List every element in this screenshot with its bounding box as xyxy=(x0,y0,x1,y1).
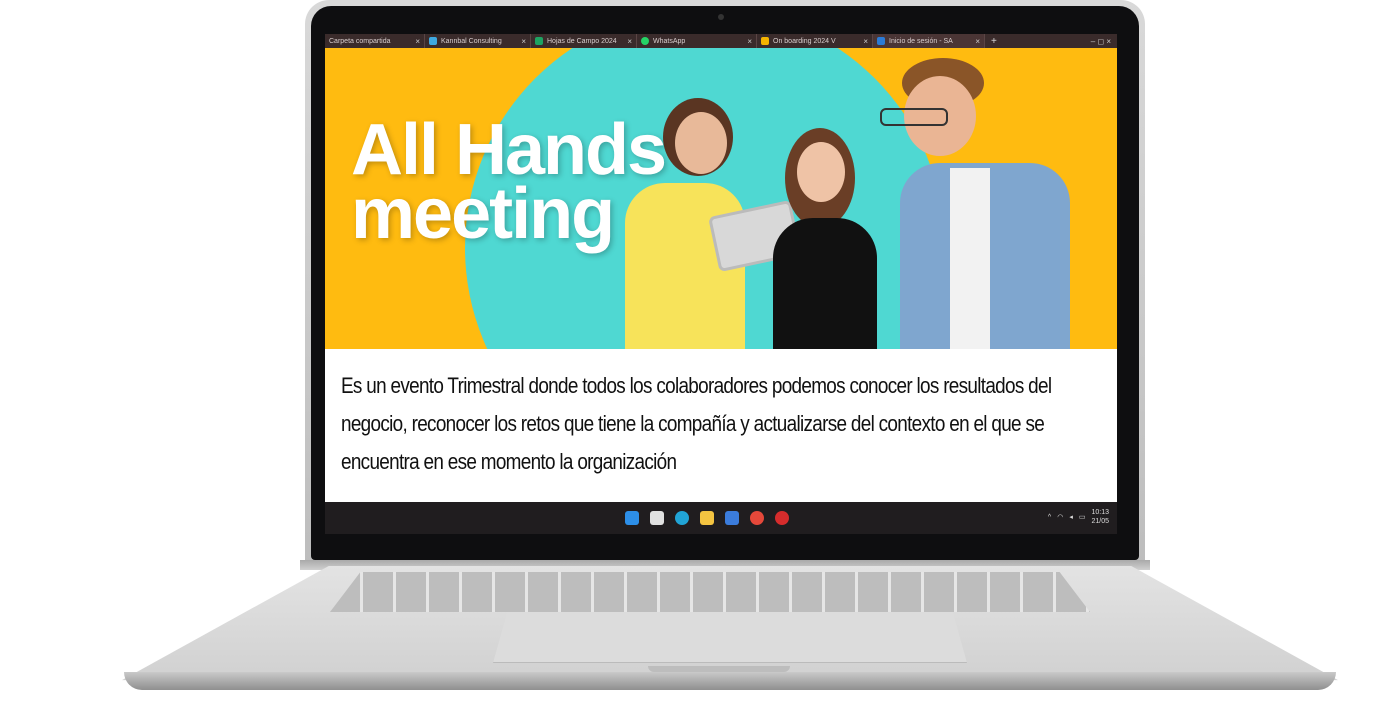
apps-icon[interactable] xyxy=(650,511,664,525)
edge-icon[interactable] xyxy=(675,511,689,525)
whatsapp-favicon-icon xyxy=(641,37,649,45)
browser-tab-1[interactable]: Carpeta compartida × xyxy=(325,34,425,48)
wifi-icon[interactable]: ◠ xyxy=(1057,513,1063,521)
clock-date: 21/05 xyxy=(1091,518,1109,525)
tab-label: On boarding 2024 V xyxy=(773,37,836,45)
glasses-icon xyxy=(880,108,948,126)
tab-label: Carpeta compartida xyxy=(329,37,391,45)
system-tray: ^ ◠ ◂ ▭ 10:13 21/05 xyxy=(1048,508,1109,526)
browser-tab-2[interactable]: Kannbal Consulting × xyxy=(425,34,531,48)
close-icon[interactable]: × xyxy=(415,37,420,46)
kannbal-favicon-icon xyxy=(429,37,437,45)
taskbar-clock[interactable]: 10:13 21/05 xyxy=(1091,508,1109,526)
store-icon[interactable] xyxy=(725,511,739,525)
taskbar-icons xyxy=(625,511,789,525)
chrome-icon[interactable] xyxy=(750,511,764,525)
close-icon[interactable]: × xyxy=(863,37,868,46)
tab-label: Inicio de sesión - SA xyxy=(889,37,953,45)
keyboard xyxy=(330,572,1090,612)
clock-time: 10:13 xyxy=(1091,509,1109,516)
webcam xyxy=(718,14,724,20)
browser-tab-6[interactable]: Inicio de sesión - SA × xyxy=(873,34,985,48)
laptop-front-notch xyxy=(648,666,790,672)
battery-icon[interactable]: ▭ xyxy=(1079,513,1086,521)
close-icon[interactable]: × xyxy=(627,37,632,46)
browser-tab-4[interactable]: WhatsApp × xyxy=(637,34,757,48)
browser-tab-bar: Carpeta compartida × Kannbal Consulting … xyxy=(325,34,1117,48)
windows-start-icon[interactable] xyxy=(625,511,639,525)
close-icon[interactable]: × xyxy=(747,37,752,46)
tab-label: Kannbal Consulting xyxy=(441,37,502,45)
content-area: Es un evento Trimestral donde todos los … xyxy=(325,349,1117,502)
sheets-favicon-icon xyxy=(535,37,543,45)
window-controls[interactable]: – ◻ × xyxy=(1091,37,1117,46)
close-icon[interactable]: × xyxy=(975,37,980,46)
hero-banner: All Hands meeting xyxy=(325,48,1117,349)
opera-icon[interactable] xyxy=(775,511,789,525)
browser-tab-5[interactable]: On boarding 2024 V × xyxy=(757,34,873,48)
windows-taskbar: ^ ◠ ◂ ▭ 10:13 21/05 xyxy=(325,502,1117,534)
trackpad xyxy=(493,612,967,663)
tab-label: Hojas de Campo 2024 xyxy=(547,37,617,45)
banner-headline: All Hands meeting xyxy=(351,110,667,254)
sap-favicon-icon xyxy=(877,37,885,45)
close-icon[interactable]: × xyxy=(521,37,526,46)
chevron-up-icon[interactable]: ^ xyxy=(1048,514,1051,521)
slides-favicon-icon xyxy=(761,37,769,45)
person-man-denim xyxy=(880,58,1080,349)
volume-icon[interactable]: ◂ xyxy=(1069,513,1073,521)
screen: Carpeta compartida × Kannbal Consulting … xyxy=(325,34,1117,534)
file-explorer-icon[interactable] xyxy=(700,511,714,525)
tab-label: WhatsApp xyxy=(653,37,686,45)
laptop-base-edge xyxy=(124,672,1336,690)
person-woman-black xyxy=(765,128,885,349)
new-tab-button[interactable]: + xyxy=(985,36,1003,47)
event-description: Es un evento Trimestral donde todos los … xyxy=(341,373,1052,474)
browser-tab-3[interactable]: Hojas de Campo 2024 × xyxy=(531,34,637,48)
